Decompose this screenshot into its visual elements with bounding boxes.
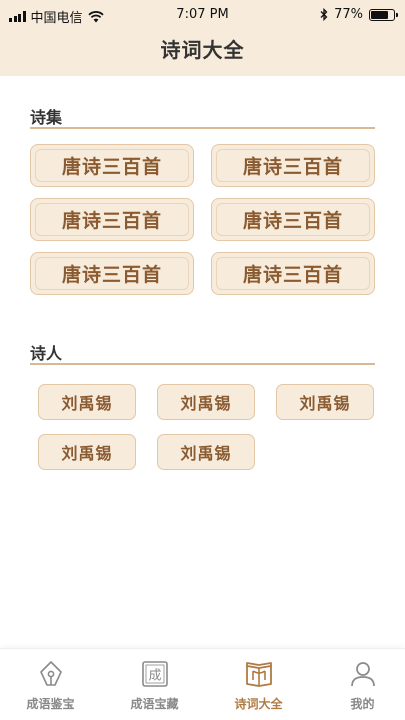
status-right: 77%	[320, 7, 398, 22]
tab-chengyu-baozang[interactable]: 成 成语宝藏	[104, 655, 205, 717]
header-bar: 中国电信 7:07 PM 77% 诗词大全	[0, 0, 405, 76]
tab-label: 我的	[350, 697, 375, 711]
tab-wode[interactable]: 我的	[312, 655, 405, 717]
poet-button[interactable]: 刘禹锡	[157, 434, 255, 470]
seal-char: 成	[148, 669, 161, 684]
tab-shici-daquan[interactable]: 诗词大全	[208, 655, 309, 717]
poet-button[interactable]: 刘禹锡	[157, 384, 255, 420]
poet-button[interactable]: 刘禹锡	[38, 434, 136, 470]
cheng-seal-icon: 成	[141, 661, 168, 687]
poem-collection-label: 唐诗三百首	[242, 210, 343, 232]
poem-collection-label: 唐诗三百首	[242, 264, 343, 286]
poem-collection-button[interactable]: 唐诗三百首	[211, 144, 375, 187]
tab-label: 成语宝藏	[130, 697, 179, 711]
poems-section-title: 诗集	[30, 108, 63, 127]
poets-section-divider	[30, 363, 375, 365]
status-bar: 中国电信 7:07 PM 77%	[0, 0, 405, 30]
battery-percent: 77%	[334, 7, 363, 22]
poem-collection-label: 唐诗三百首	[61, 210, 162, 232]
tab-label: 诗词大全	[234, 697, 283, 711]
tab-chengyu-jianbao[interactable]: 成语鉴宝	[0, 655, 101, 717]
book-icon	[245, 662, 272, 687]
poem-collection-button[interactable]: 唐诗三百首	[211, 252, 375, 295]
poem-collection-button[interactable]: 唐诗三百首	[30, 252, 194, 295]
person-icon	[350, 662, 375, 687]
poem-collection-button[interactable]: 唐诗三百首	[30, 144, 194, 187]
poets-section-title: 诗人	[30, 344, 63, 363]
poem-collection-label: 唐诗三百首	[242, 156, 343, 178]
poem-collection-button[interactable]: 唐诗三百首	[211, 198, 375, 241]
battery-icon	[369, 8, 398, 21]
bluetooth-icon	[320, 8, 328, 21]
poem-collection-button[interactable]: 唐诗三百首	[30, 198, 194, 241]
battery-fill	[371, 10, 388, 19]
tab-label: 成语鉴宝	[26, 697, 75, 711]
tab-bar: 成语鉴宝 成 成语宝藏 诗词大全 我的	[0, 648, 405, 720]
poem-collection-label: 唐诗三百首	[61, 156, 162, 178]
poem-collection-label: 唐诗三百首	[61, 264, 162, 286]
page-title: 诗词大全	[160, 38, 245, 62]
poet-button[interactable]: 刘禹锡	[38, 384, 136, 420]
poems-section-divider	[30, 127, 375, 129]
poet-button[interactable]: 刘禹锡	[276, 384, 374, 420]
pen-nib-icon	[39, 661, 62, 686]
